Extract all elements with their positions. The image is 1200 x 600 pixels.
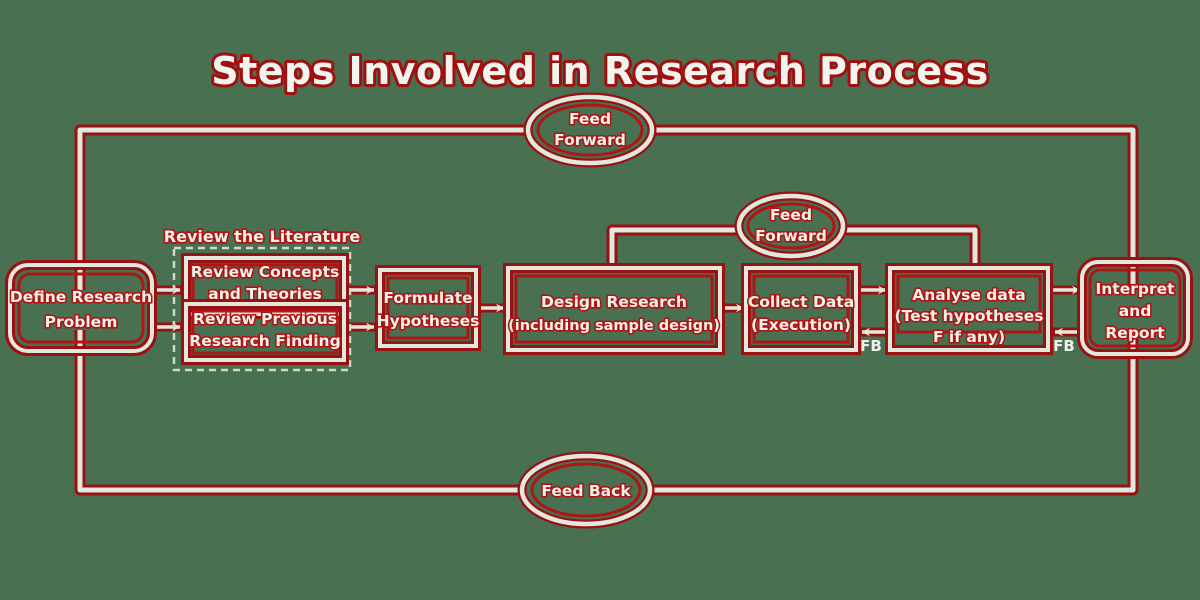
feed-forward-mid-line1: Feed bbox=[770, 206, 812, 224]
feed-forward-mid-line2: Forward bbox=[755, 227, 827, 245]
diagram-canvas: Steps Involved in Research Process FB FB… bbox=[0, 0, 1200, 600]
feed-forward-top-line2: Forward bbox=[554, 131, 626, 149]
node-review-previous-research-finding[interactable]: Review Previous Research Finding bbox=[181, 299, 349, 365]
node-design-research[interactable]: Design Research (including sample design… bbox=[503, 263, 725, 355]
node-analyse-data[interactable]: Analyse data (Test hypotheses F if any) bbox=[885, 263, 1053, 355]
formulate-line1: Formulate bbox=[383, 289, 472, 307]
analyse-data-line1: Analyse data bbox=[912, 286, 1025, 304]
fb-label-collect: FB bbox=[860, 337, 882, 355]
review-previous-line1: Review Previous bbox=[193, 310, 337, 328]
group-literature-label: Review the Literature bbox=[164, 227, 361, 246]
review-concepts-line1: Review Concepts bbox=[191, 263, 340, 281]
interpret-report-line1: Interpret bbox=[1095, 280, 1175, 298]
design-research-line2: (including sample design) bbox=[508, 318, 720, 334]
feed-forward-top-line1: Feed bbox=[569, 110, 611, 128]
interpret-report-line2: and bbox=[1119, 302, 1152, 320]
formulate-line2: Hypotheses bbox=[377, 312, 480, 330]
feed-back-bottom-label: Feed Back bbox=[541, 482, 631, 500]
label-feed-forward-top: Feed Forward bbox=[523, 92, 657, 168]
node-collect-data[interactable]: Collect Data (Execution) bbox=[741, 263, 861, 355]
review-previous-line2: Research Finding bbox=[189, 332, 340, 350]
node-formulate-hypotheses[interactable]: Formulate Hypotheses bbox=[375, 265, 481, 351]
label-feed-back-bottom: Feed Back bbox=[517, 451, 655, 529]
analyse-data-line2: (Test hypotheses bbox=[895, 307, 1044, 325]
interpret-report-line3: Report bbox=[1105, 324, 1165, 342]
collect-data-line1: Collect Data bbox=[748, 293, 854, 311]
fb-label-analyse: FB bbox=[1053, 337, 1075, 355]
research-process-flowchart: Steps Involved in Research Process FB FB… bbox=[5, 46, 1193, 529]
analyse-data-line3: F if any) bbox=[933, 328, 1005, 346]
collect-data-line2: (Execution) bbox=[751, 316, 851, 334]
define-problem-line2: Problem bbox=[45, 313, 118, 331]
design-research-line1: Design Research bbox=[541, 293, 687, 311]
define-problem-line1: Define Research bbox=[10, 288, 152, 306]
label-feed-forward-mid: Feed Forward bbox=[734, 191, 848, 261]
page-title: Steps Involved in Research Process bbox=[211, 49, 989, 93]
